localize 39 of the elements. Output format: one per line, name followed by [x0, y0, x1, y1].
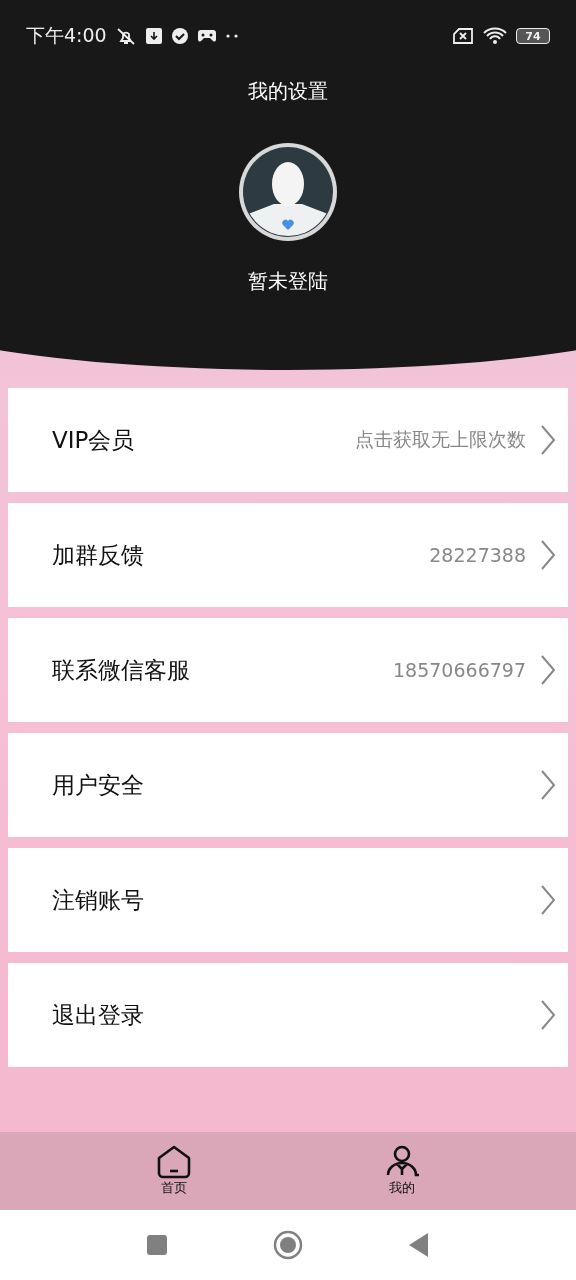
chevron-right-icon [540, 654, 556, 686]
house-icon [156, 1145, 192, 1179]
gamepad-icon [196, 28, 217, 44]
login-status: 暂未登陆 [248, 268, 328, 295]
menu-label: 加群反馈 [52, 540, 145, 570]
page-title: 我的设置 [248, 78, 328, 105]
menu-value: 18570666797 [393, 659, 526, 681]
nav-tab[interactable]: 我的 [384, 1145, 420, 1197]
home-button[interactable] [273, 1230, 303, 1260]
chevron-right-icon [540, 769, 556, 801]
wifi-icon [482, 26, 508, 46]
more-icon [224, 33, 239, 39]
menu-row[interactable]: VIP会员 点击获取无上限次数 [8, 388, 568, 492]
chevron-right-icon [540, 884, 556, 916]
menu-value: 28227388 [429, 544, 526, 566]
back-button[interactable] [408, 1232, 430, 1258]
person-icon [384, 1145, 420, 1179]
menu-row[interactable]: 注销账号 [8, 848, 568, 952]
recent-apps-button[interactable] [146, 1234, 168, 1256]
menu-row[interactable]: 联系微信客服 18570666797 [8, 618, 568, 722]
menu-row[interactable]: 用户安全 [8, 733, 568, 837]
sim-icon [452, 27, 474, 45]
menu-label: VIP会员 [52, 425, 136, 455]
nav-tab[interactable]: 首页 [156, 1145, 192, 1197]
avatar-icon[interactable] [238, 142, 338, 242]
menu-label: 注销账号 [52, 885, 145, 915]
menu-label: 用户安全 [52, 770, 145, 800]
menu-label: 联系微信客服 [52, 655, 191, 685]
battery-icon: 74 [516, 28, 550, 44]
chevron-right-icon [540, 539, 556, 571]
menu-value: 点击获取无上限次数 [355, 427, 526, 452]
check-icon [170, 27, 189, 45]
chevron-right-icon [540, 424, 556, 456]
chevron-right-icon [540, 999, 556, 1031]
menu-row[interactable]: 加群反馈 28227388 [8, 503, 568, 607]
menu-label: 退出登录 [52, 1000, 145, 1030]
status-time: 下午4:00 [26, 23, 107, 48]
menu-row[interactable]: 退出登录 [8, 963, 568, 1067]
download-icon [144, 27, 163, 45]
